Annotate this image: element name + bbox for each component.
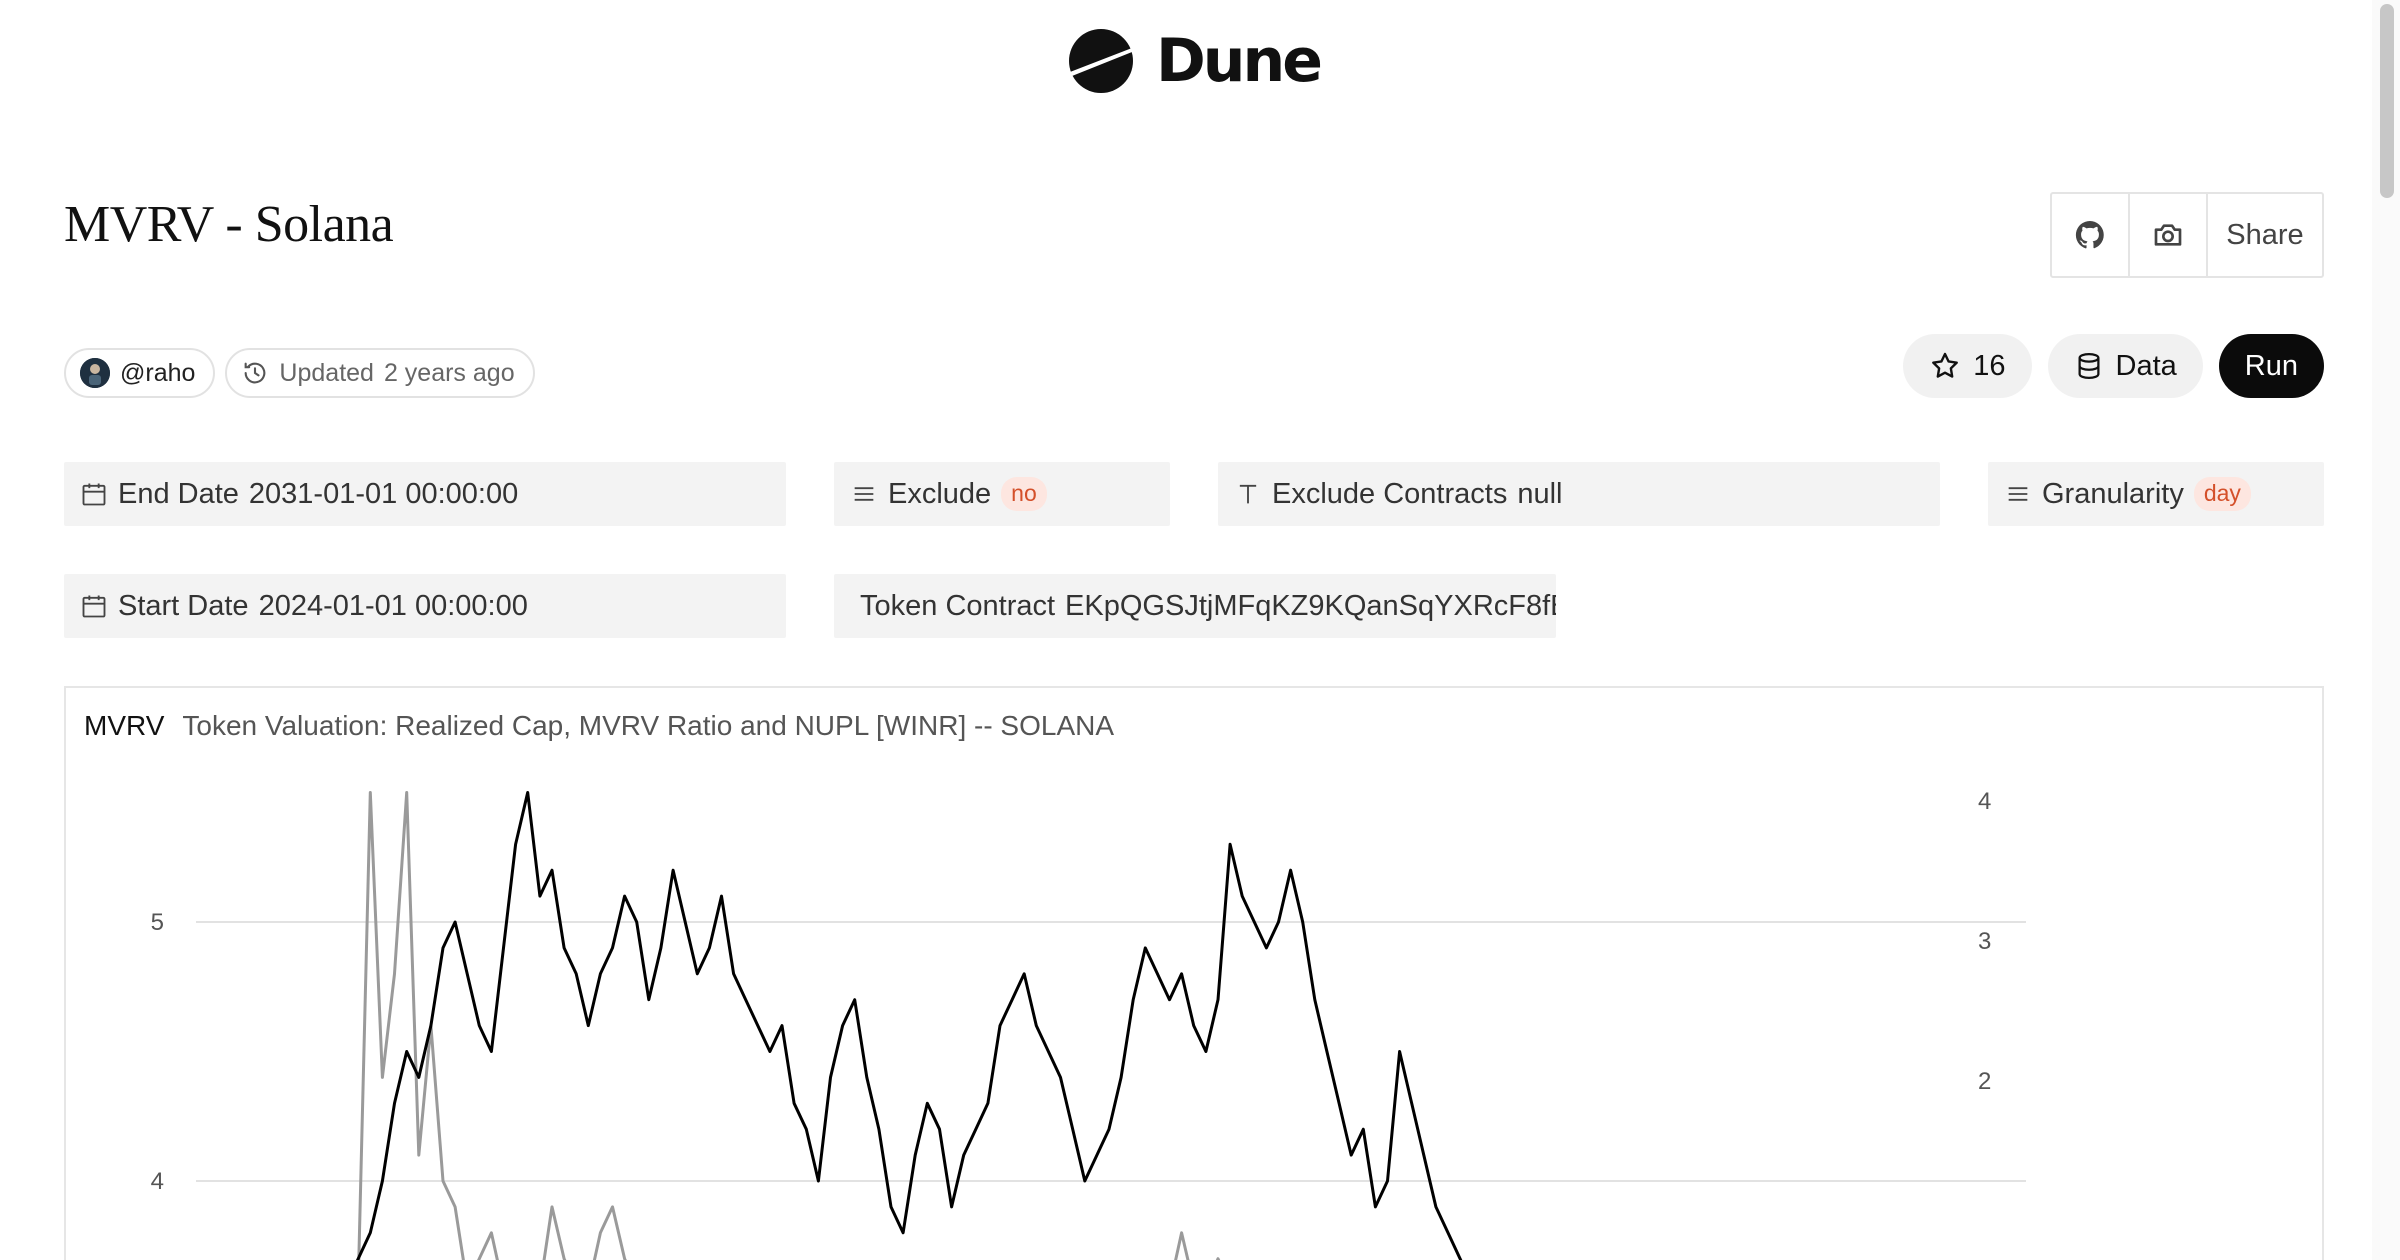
text-icon <box>1239 484 1257 504</box>
page-title: MVRV - Solana <box>64 196 394 253</box>
mvrv-chart[interactable]: 4 5 2 3 4 <box>66 688 2322 1260</box>
updated-when: 2 years ago <box>383 358 515 387</box>
author-pill[interactable]: @raho <box>64 348 216 398</box>
database-icon <box>2078 353 2100 380</box>
run-button[interactable]: Run <box>2218 334 2324 398</box>
param-end-date[interactable]: End Date 2031-01-01 00:00:00 <box>64 462 786 526</box>
data-label: Data <box>2115 349 2177 382</box>
camera-icon <box>2154 224 2182 246</box>
updated-prefix: Updated <box>279 358 374 387</box>
param-value: null <box>1517 477 1563 510</box>
scrollbar-thumb[interactable] <box>2380 4 2394 198</box>
param-granularity[interactable]: Granularity day <box>1988 462 2324 526</box>
dune-logo-icon <box>1069 29 1133 93</box>
param-tag: no <box>1001 477 1047 511</box>
page-scrollbar[interactable] <box>2372 0 2400 1260</box>
right-tick-label: 4 <box>1978 788 1991 815</box>
query-meta: @raho Updated 2 years ago <box>64 348 535 398</box>
avatar <box>80 358 110 388</box>
param-label: Start Date <box>118 589 249 622</box>
github-button[interactable] <box>2052 194 2130 276</box>
param-label: Exclude <box>888 477 992 510</box>
list-icon <box>2008 487 2028 501</box>
chart-card: MVRV Token Valuation: Realized Cap, MVRV… <box>64 686 2324 1260</box>
left-tick-label: 4 <box>151 1168 164 1195</box>
param-token-contract[interactable]: Token Contract EKpQGSJtjMFqKZ9KQanSqYXRc… <box>834 574 1556 638</box>
param-value: 2031-01-01 00:00:00 <box>248 477 519 510</box>
star-icon <box>1932 352 1959 378</box>
share-button[interactable]: Share <box>2208 194 2322 276</box>
query-actions: 16 Data Run <box>1903 334 2324 398</box>
param-exclude[interactable]: Exclude no <box>834 462 1170 526</box>
left-tick-label: 5 <box>151 909 164 936</box>
star-button[interactable]: 16 <box>1903 334 2032 398</box>
param-label: Exclude Contracts <box>1272 477 1508 510</box>
param-exclude-contracts[interactable]: Exclude Contracts null <box>1218 462 1940 526</box>
star-count: 16 <box>1973 349 2006 382</box>
right-tick-label: 3 <box>1978 928 1991 955</box>
calendar-icon <box>82 483 106 506</box>
param-value: EKpQGSJtjMFqKZ9KQanSqYXRcF8fBopzLHYxdM65… <box>1065 589 1556 622</box>
param-label: Token Contract <box>860 589 1056 622</box>
github-icon <box>2075 220 2104 249</box>
updated-pill: Updated 2 years ago <box>225 348 535 398</box>
dune-logo[interactable]: Dune <box>1068 26 1323 96</box>
series-line <box>355 791 1463 1260</box>
app-name: Dune <box>1156 26 1323 96</box>
param-start-date[interactable]: Start Date 2024-01-01 00:00:00 <box>64 574 786 638</box>
right-tick-label: 2 <box>1978 1068 1991 1095</box>
param-value: 2024-01-01 00:00:00 <box>258 589 528 622</box>
param-tag: day <box>2193 477 2251 511</box>
history-clock-icon <box>245 362 266 384</box>
top-bar: Dune <box>0 0 2372 130</box>
param-label: End Date <box>118 477 239 510</box>
calendar-icon <box>82 595 106 618</box>
screenshot-button[interactable] <box>2130 194 2208 276</box>
param-label: Granularity <box>2042 477 2184 510</box>
list-icon <box>854 487 874 501</box>
author-name: @raho <box>120 358 196 387</box>
header-action-group: Share <box>2050 192 2324 278</box>
data-button[interactable]: Data <box>2047 334 2203 398</box>
